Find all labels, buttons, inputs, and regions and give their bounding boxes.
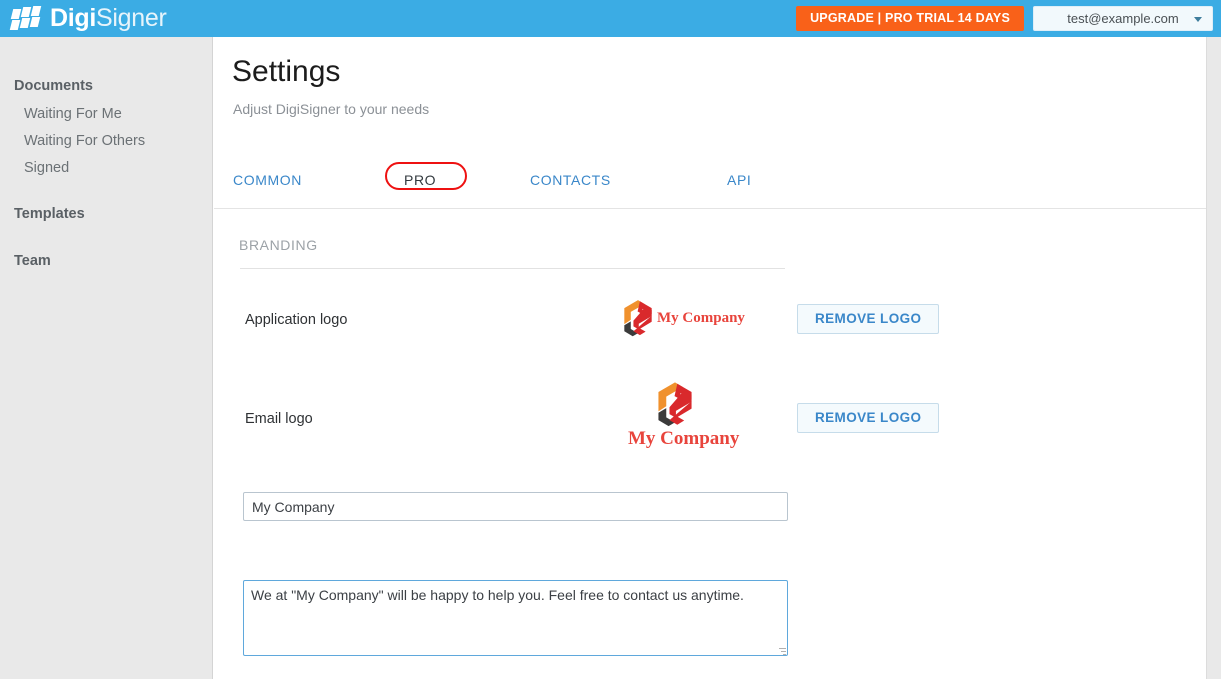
- sidebar-item-templates[interactable]: Templates: [0, 207, 85, 222]
- sidebar-item-documents[interactable]: Documents: [0, 79, 93, 94]
- email-logo-label: Email logo: [245, 411, 313, 427]
- company-hexagon-logo: [619, 299, 657, 337]
- remove-email-logo-button[interactable]: REMOVE LOGO: [797, 403, 940, 433]
- sidebar-item-label: Templates: [14, 206, 85, 222]
- settings-tabs: COMMON PRO CONTACTS API: [214, 162, 1206, 208]
- tab-common[interactable]: COMMON: [233, 172, 302, 188]
- sidebar-item-label: Waiting For Me: [24, 106, 122, 122]
- branding-section-label: BRANDING: [239, 237, 318, 253]
- checkered-flag-icon: [9, 5, 43, 32]
- tab-contacts[interactable]: CONTACTS: [530, 172, 611, 188]
- top-header-bar: DigiSigner UPGRADE | PRO TRIAL 14 DAYS t…: [0, 0, 1221, 37]
- sidebar-item-label: Signed: [24, 160, 70, 176]
- email-from-input[interactable]: [243, 492, 788, 521]
- tab-pro[interactable]: PRO: [404, 172, 436, 188]
- email-footer-textarea[interactable]: [243, 580, 788, 656]
- remove-application-logo-button[interactable]: REMOVE LOGO: [797, 304, 940, 334]
- brand-logo[interactable]: DigiSigner: [9, 0, 167, 37]
- company-hexagon-logo: [652, 381, 698, 427]
- company-logo-wordmark: My Company: [628, 428, 740, 449]
- brand-wordmark-bold: Digi: [50, 4, 97, 32]
- sidebar-item-waiting-for-me[interactable]: Waiting For Me: [0, 107, 122, 122]
- application-logo-label: Application logo: [245, 312, 348, 328]
- sidebar-item-signed[interactable]: Signed: [0, 161, 69, 176]
- sidebar-item-label: Team: [14, 253, 51, 269]
- tab-api[interactable]: API: [727, 172, 751, 188]
- sidebar-nav: Documents Waiting For Me Waiting For Oth…: [0, 37, 213, 679]
- page-scrollbar[interactable]: [1206, 37, 1221, 679]
- page-title: Settings: [232, 55, 341, 88]
- chevron-down-icon: [1194, 17, 1202, 22]
- brand-wordmark-light: Signer: [96, 4, 167, 32]
- main-content: Settings Adjust DigiSigner to your needs…: [214, 37, 1206, 679]
- user-account-dropdown[interactable]: test@example.com: [1033, 6, 1213, 31]
- sidebar-item-team[interactable]: Team: [0, 254, 51, 269]
- upgrade-button[interactable]: UPGRADE | PRO TRIAL 14 DAYS: [796, 6, 1024, 31]
- brand-wordmark: DigiSigner: [50, 6, 167, 31]
- sidebar-item-label: Waiting For Others: [24, 133, 146, 149]
- sidebar-item-label: Documents: [14, 78, 93, 94]
- branding-section-divider: [240, 268, 785, 269]
- user-email-label: test@example.com: [1067, 11, 1179, 26]
- company-logo-wordmark: My Company: [657, 310, 745, 326]
- sidebar-item-waiting-for-others[interactable]: Waiting For Others: [0, 134, 145, 149]
- page-subtitle: Adjust DigiSigner to your needs: [233, 101, 430, 117]
- tabs-divider: [214, 208, 1206, 209]
